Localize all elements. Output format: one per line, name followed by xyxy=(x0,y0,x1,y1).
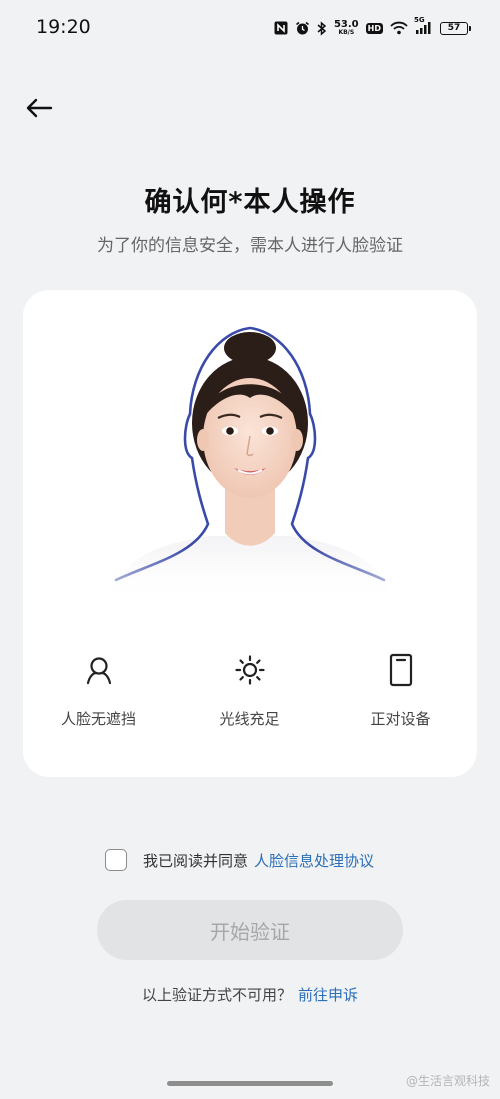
alarm-icon xyxy=(295,21,310,36)
signal-label: 5G xyxy=(414,16,425,24)
phone-icon xyxy=(388,650,414,690)
face-guide-card: 人脸无遮挡 光线充足 正对设备 xyxy=(23,290,477,777)
hd-badge: HD xyxy=(365,22,383,34)
nfc-icon xyxy=(274,21,288,35)
tips-row: 人脸无遮挡 光线充足 正对设备 xyxy=(23,650,477,729)
sun-icon xyxy=(234,650,266,690)
network-speed-unit: KB/S xyxy=(338,29,355,36)
start-verification-button[interactable]: 开始验证 xyxy=(97,900,403,960)
person-outline-icon xyxy=(84,650,114,690)
tip-face-device: 正对设备 xyxy=(325,650,476,729)
battery-icon: 57 xyxy=(440,21,471,35)
network-speed: 53.0 KB/S xyxy=(334,20,359,36)
tip-label: 人脸无遮挡 xyxy=(60,710,136,728)
home-indicator[interactable] xyxy=(167,1081,333,1086)
page-title: 确认何*本人操作 xyxy=(144,187,356,218)
tip-enough-light: 光线充足 xyxy=(174,650,325,729)
agreement-text: 我已阅读并同意 xyxy=(143,851,249,870)
watermark: @生活言观科技 xyxy=(405,1074,490,1088)
wifi-icon xyxy=(390,21,408,35)
alternate-text: 以上验证方式不可用？ xyxy=(141,986,292,1004)
agreement-row: 我已阅读并同意 人脸信息处理协议 xyxy=(105,847,374,873)
status-time: 19:20 xyxy=(36,16,91,38)
appeal-link[interactable]: 前往申诉 xyxy=(298,984,358,1005)
page-subtitle: 为了你的信息安全，需本人进行人脸验证 xyxy=(97,236,403,256)
back-button[interactable] xyxy=(22,92,56,124)
face-illustration xyxy=(100,318,400,608)
agreement-link[interactable]: 人脸信息处理协议 xyxy=(254,850,374,871)
bluetooth-icon xyxy=(317,20,327,36)
tip-label: 光线充足 xyxy=(219,710,280,728)
signal-icon: 5G xyxy=(414,16,433,35)
tip-no-cover: 人脸无遮挡 xyxy=(23,650,174,729)
tip-label: 正对设备 xyxy=(370,710,431,728)
alternate-row: 以上验证方式不可用？ 前往申诉 xyxy=(0,984,500,1005)
status-bar: 19:20 53.0 KB/S HD 5G 57 xyxy=(0,0,500,56)
agreement-checkbox[interactable] xyxy=(105,849,127,871)
status-icons: 53.0 KB/S HD 5G 57 xyxy=(274,16,471,40)
arrow-left-icon xyxy=(26,98,53,118)
